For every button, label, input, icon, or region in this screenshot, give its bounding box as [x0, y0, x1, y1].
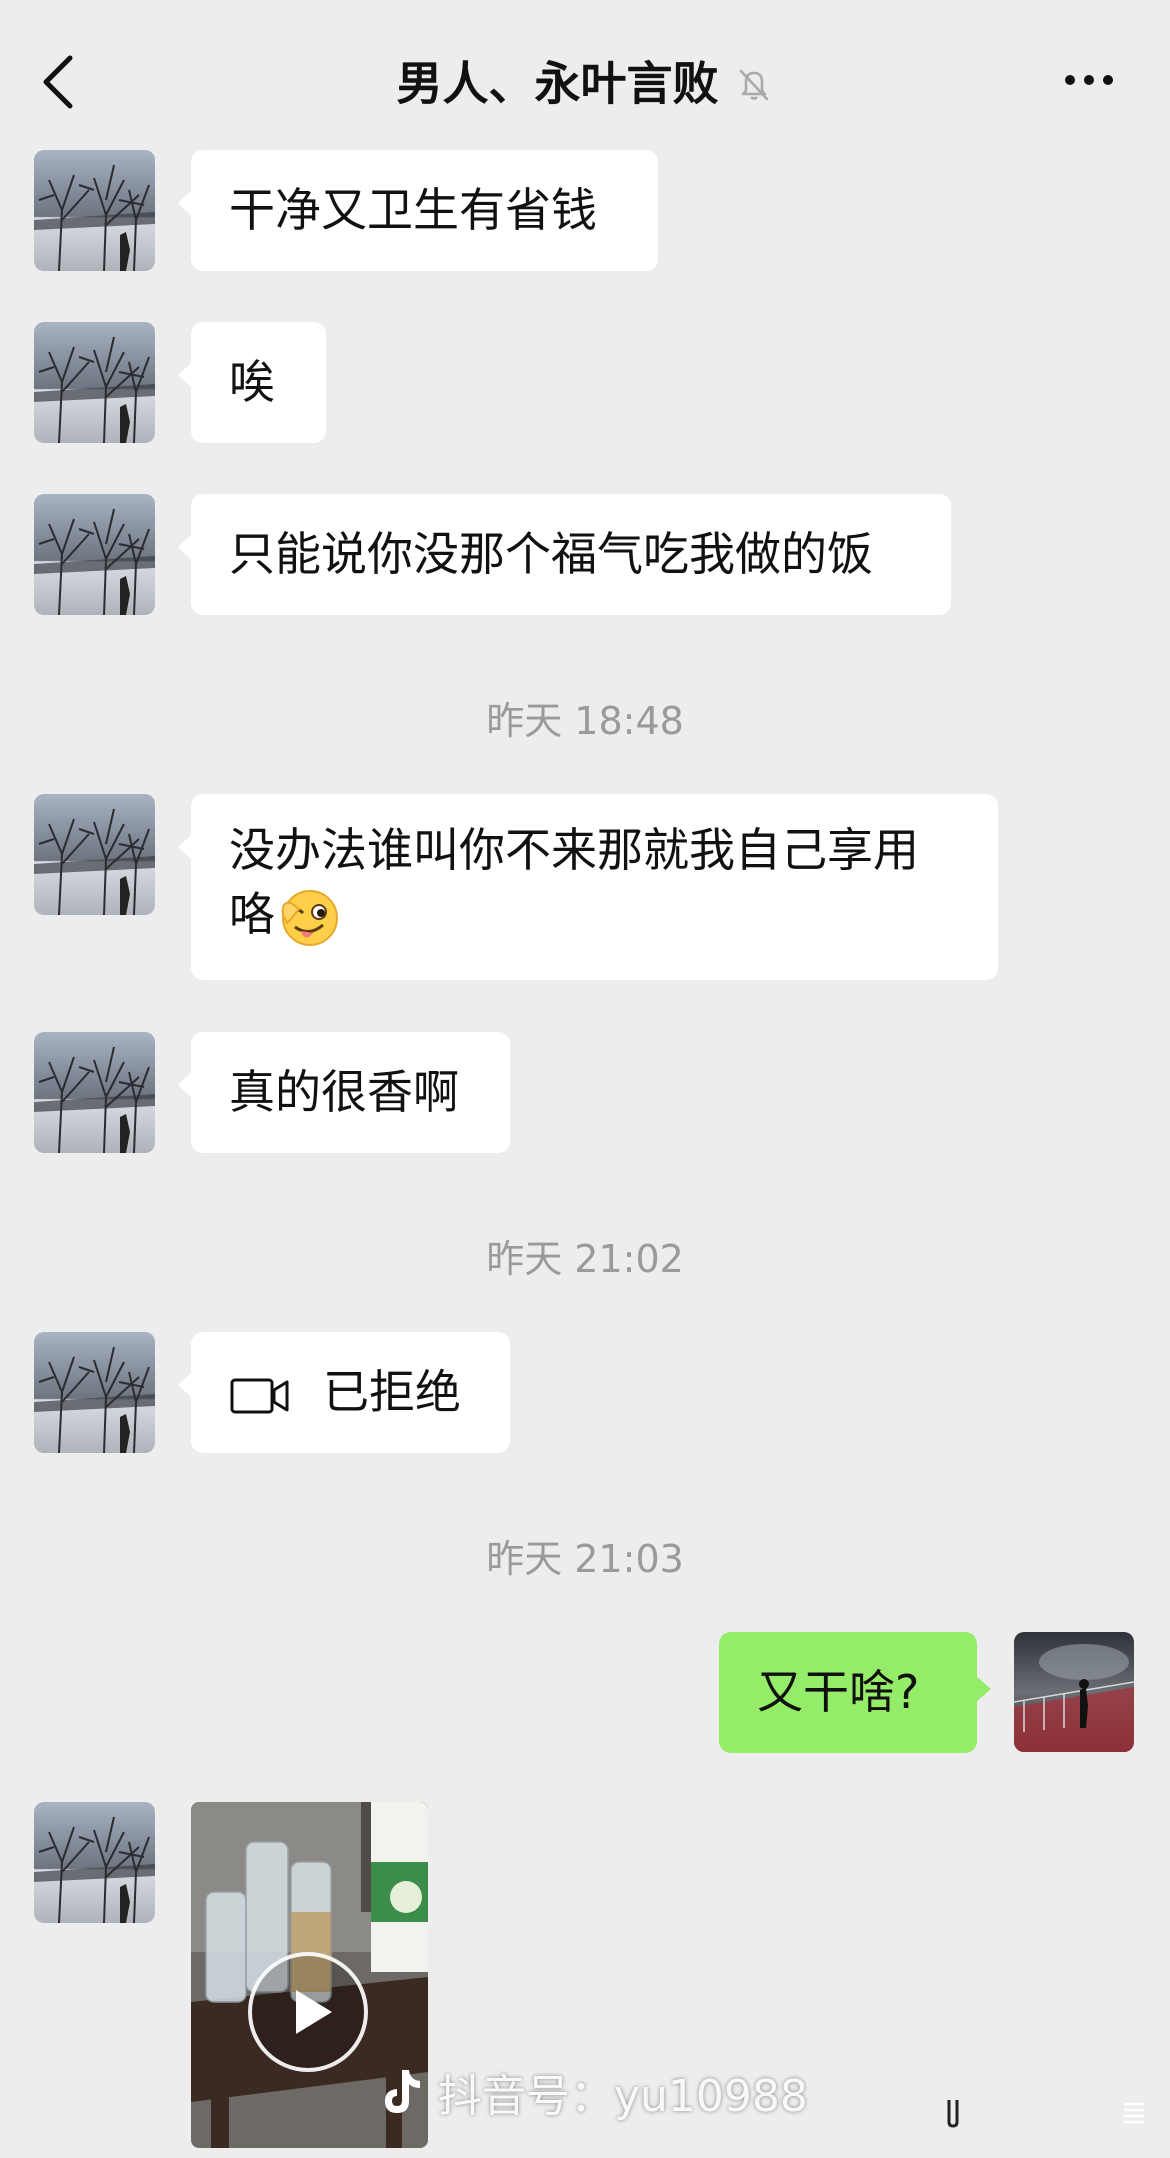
video-call-icon — [230, 1378, 289, 1413]
watermark: 抖音号：yu10988 — [378, 2062, 808, 2122]
avatar-image — [34, 1332, 155, 1453]
cursor-mark-icon — [947, 2100, 959, 2128]
play-icon[interactable] — [248, 1952, 368, 2072]
message-text: 干净又卫生有省钱 — [229, 183, 597, 237]
more-dots-icon — [1065, 75, 1113, 85]
my-avatar[interactable] — [1014, 1632, 1134, 1752]
contact-avatar[interactable] — [34, 794, 155, 915]
call-status-text: 已拒绝 — [323, 1365, 461, 1419]
message-text: 真的很香啊 — [229, 1065, 459, 1119]
menu-lines-icon — [1124, 2102, 1144, 2124]
timestamp: 昨天 21:03 — [486, 1537, 684, 1581]
message-bubble[interactable]: 只能说你没那个福气吃我做的饭 — [178, 494, 951, 615]
message-text: 又干啥? — [757, 1665, 920, 1719]
chat-title: 男人、永叶言败 — [396, 56, 719, 111]
watermark-text: 抖音号：yu10988 — [438, 2071, 808, 2122]
avatar-image — [34, 150, 155, 271]
contact-avatar[interactable] — [34, 322, 155, 443]
avatar-image — [34, 1032, 155, 1153]
message-bubble[interactable]: 唉 — [178, 322, 326, 443]
timestamp: 昨天 21:02 — [486, 1237, 684, 1281]
more-options-button[interactable] — [1060, 60, 1120, 100]
message-text-line: 没办法谁叫你不来那就我自己享用 — [229, 823, 919, 877]
chat-header: 男人、永叶言败 — [0, 0, 1170, 150]
avatar-image — [34, 494, 155, 615]
message-bubble[interactable]: 干净又卫生有省钱 — [178, 150, 658, 271]
bell-off-icon — [739, 69, 768, 100]
contact-avatar[interactable] — [34, 150, 155, 271]
contact-avatar[interactable] — [34, 494, 155, 615]
message-text: 咯 — [229, 887, 275, 941]
timestamp: 昨天 18:48 — [486, 699, 684, 743]
message-text: 只能说你没那个福气吃我做的饭 — [229, 527, 873, 581]
contact-avatar[interactable] — [34, 1802, 155, 1923]
avatar-image — [34, 322, 155, 443]
contact-avatar[interactable] — [34, 1032, 155, 1153]
message-bubble[interactable]: 真的很香啊 — [178, 1032, 510, 1153]
tiktok-icon — [385, 2070, 420, 2113]
wink-tongue-emoji — [281, 889, 338, 946]
avatar-image — [34, 1802, 155, 1923]
message-text: 唉 — [229, 355, 275, 409]
message-text-line-2: 咯 — [229, 882, 960, 949]
outgoing-message-bubble[interactable]: 又干啥? — [719, 1632, 991, 1753]
video-call-record[interactable]: 已拒绝 — [178, 1332, 510, 1453]
chat-title-area: 男人、永叶言败 — [0, 48, 1170, 118]
message-bubble[interactable]: 没办法谁叫你不来那就我自己享用 咯 — [178, 794, 998, 980]
contact-avatar[interactable] — [34, 1332, 155, 1453]
avatar-image — [1014, 1632, 1134, 1752]
avatar-image — [34, 794, 155, 915]
